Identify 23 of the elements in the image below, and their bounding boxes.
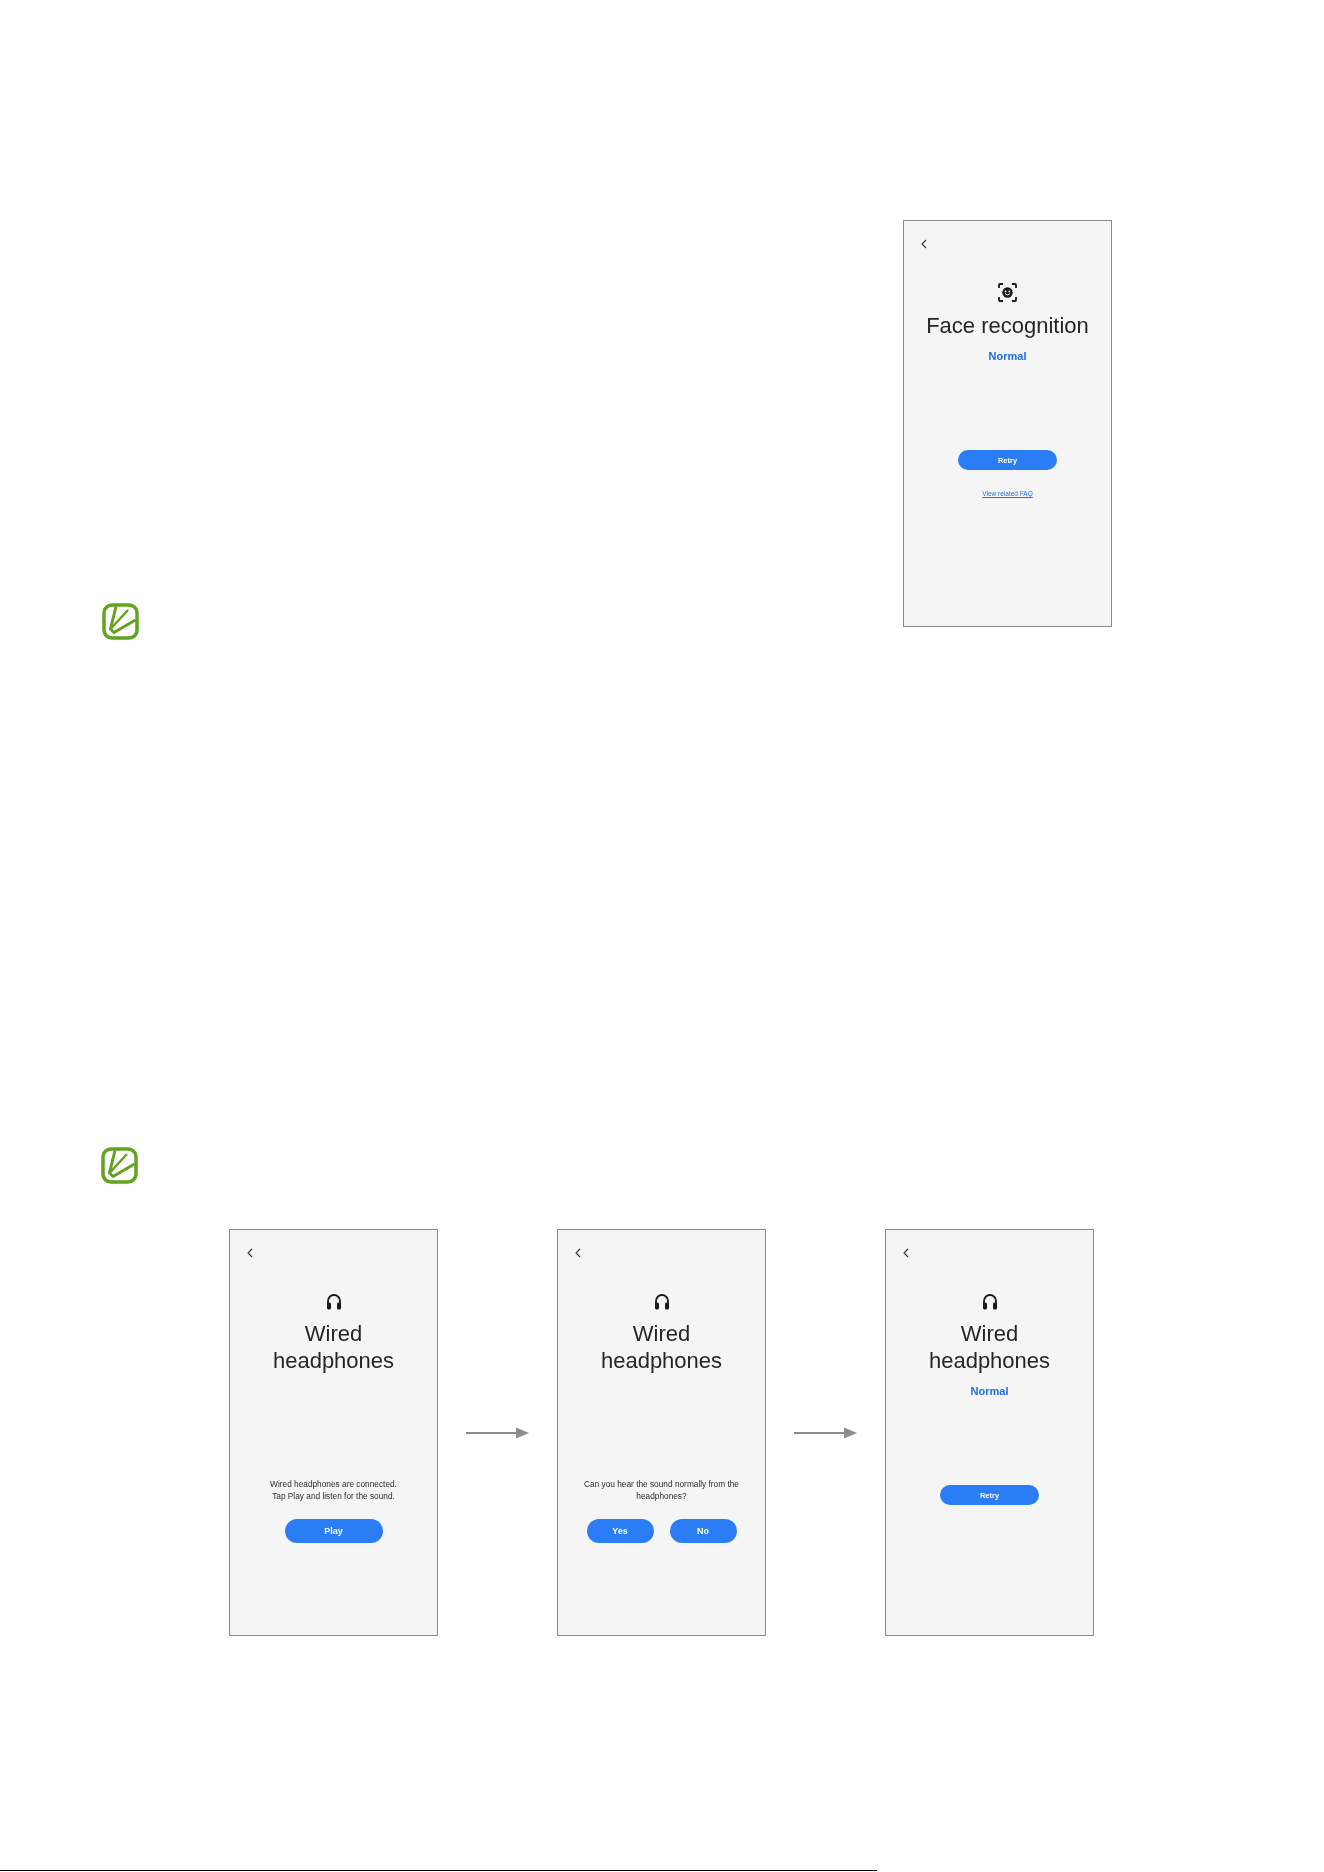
headphones-icon [324,1292,343,1310]
back-icon[interactable] [575,1248,581,1258]
arrow-icon [794,1426,857,1439]
screen-title: Wired headphones [599,1320,724,1374]
arrow-icon [466,1426,529,1439]
message-text: Can you hear the sound normally from the headphones? [583,1478,740,1502]
status-text: Normal [970,1384,1009,1398]
screen-title: Wired headphones [271,1320,396,1374]
face-scan-icon [998,283,1017,302]
headphones-icon [980,1292,999,1310]
message-text: Wired headphones are connected. Tap Play and listen for the sound. [270,1478,397,1502]
back-icon[interactable] [247,1248,253,1258]
note-pencil-icon [101,1147,138,1184]
action-button[interactable]: No [669,1519,737,1543]
screen-title: Wired headphones [927,1320,1052,1374]
status-text: Normal [988,349,1027,363]
note-pencil-icon [102,603,139,640]
back-icon[interactable] [903,1248,909,1258]
back-icon[interactable] [921,239,927,249]
action-button[interactable]: Yes [586,1519,654,1543]
screen-title: Face recognition [926,312,1089,339]
headphones-icon [652,1292,671,1310]
action-button[interactable]: Play [284,1519,383,1543]
